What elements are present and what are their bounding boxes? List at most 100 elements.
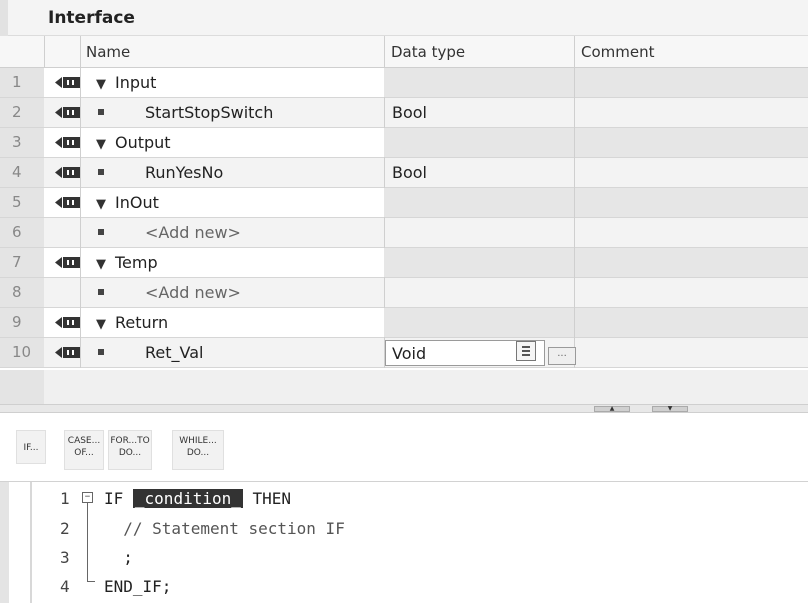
splitter-down-button[interactable]: ▼ xyxy=(652,406,688,412)
row-number-cell: 9 xyxy=(0,308,44,337)
row-number: 3 xyxy=(12,133,22,151)
interface-param-icon xyxy=(55,317,80,328)
case-instruction-button[interactable]: CASE... OF... xyxy=(64,430,104,470)
row-number-cell: 2 xyxy=(0,98,44,127)
interface-param-icon xyxy=(55,347,80,358)
condition-placeholder[interactable]: _condition_ xyxy=(132,489,243,508)
row-number: 2 xyxy=(12,103,22,121)
column-header-name[interactable]: Name xyxy=(86,43,130,61)
interface-param-icon xyxy=(55,77,80,88)
fold-collapse-icon[interactable]: − xyxy=(82,492,93,503)
item-bullet-icon xyxy=(98,229,104,235)
code-line-4[interactable]: 4 END_IF; xyxy=(0,572,808,600)
row-number: 10 xyxy=(12,343,32,361)
code-editor[interactable]: 1 − IF _condition_ THEN 2 // Statement s… xyxy=(0,482,808,603)
add-new-placeholder[interactable]: <Add new> xyxy=(145,223,241,242)
code-keyword-then: THEN xyxy=(242,489,292,508)
title-bar-left-strip xyxy=(0,0,8,36)
data-type-value[interactable]: Bool xyxy=(392,103,427,122)
data-type-cell-disabled xyxy=(384,128,574,157)
expand-chevron-icon[interactable]: ▼ xyxy=(96,77,106,92)
param-name[interactable]: Temp xyxy=(115,253,158,272)
expand-chevron-icon[interactable]: ▼ xyxy=(96,197,106,212)
param-name[interactable]: StartStopSwitch xyxy=(145,103,273,122)
comment-cell-disabled xyxy=(575,188,808,217)
row-number-cell: 10 xyxy=(0,338,44,367)
case-button-label-2: OF... xyxy=(74,448,94,458)
code-text: END_IF; xyxy=(104,577,172,596)
row-number-cell: 6 xyxy=(0,218,44,247)
table-row[interactable]: 10 Ret_Val Void... xyxy=(0,338,808,368)
interface-param-icon xyxy=(55,257,80,268)
code-text: ; xyxy=(104,548,133,567)
data-type-browse-button[interactable]: ... xyxy=(548,347,576,365)
column-header-data-type[interactable]: Data type xyxy=(391,43,465,61)
data-type-cell-disabled xyxy=(384,188,574,217)
table-row[interactable]: 7 ▼ Temp xyxy=(0,248,808,278)
table-row[interactable]: 6 <Add new> xyxy=(0,218,808,248)
row-number: 8 xyxy=(12,283,22,301)
if-button-label: IF... xyxy=(23,443,39,453)
comment-cell-disabled xyxy=(575,248,808,277)
table-row[interactable]: 1 ▼ Input xyxy=(0,68,808,98)
interface-title: Interface xyxy=(48,8,135,28)
row-number: 4 xyxy=(12,163,22,181)
param-name[interactable]: RunYesNo xyxy=(145,163,223,182)
table-row[interactable]: 2 StartStopSwitch Bool xyxy=(0,98,808,128)
table-row[interactable]: 9 ▼ Return xyxy=(0,308,808,338)
param-name[interactable]: Input xyxy=(115,73,156,92)
item-bullet-icon xyxy=(98,169,104,175)
code-line-3[interactable]: 3 ; xyxy=(0,543,808,571)
item-bullet-icon xyxy=(98,349,104,355)
param-name[interactable]: InOut xyxy=(115,193,159,212)
expand-chevron-icon[interactable]: ▼ xyxy=(96,317,106,332)
panel-splitter[interactable]: ▲ ▼ xyxy=(0,404,808,413)
data-type-cell-disabled xyxy=(384,308,574,337)
item-bullet-icon xyxy=(98,289,104,295)
expand-chevron-icon[interactable]: ▼ xyxy=(96,137,106,152)
for-button-label: FOR...TO xyxy=(110,436,150,446)
code-line-1[interactable]: 1 − IF _condition_ THEN xyxy=(0,484,808,512)
row-number-cell: 4 xyxy=(0,158,44,187)
row-number-cell: 1 xyxy=(0,68,44,97)
empty-row xyxy=(0,370,808,404)
interface-param-icon xyxy=(55,137,80,148)
for-instruction-button[interactable]: FOR...TO DO... xyxy=(108,430,152,470)
line-number: 2 xyxy=(60,519,70,538)
row-number-cell: 3 xyxy=(0,128,44,157)
data-type-list-button[interactable] xyxy=(516,341,536,361)
table-header: Name Data type Comment xyxy=(0,36,808,68)
comment-cell-disabled xyxy=(575,128,808,157)
add-new-placeholder[interactable]: <Add new> xyxy=(145,283,241,302)
table-row[interactable]: 5 ▼ InOut xyxy=(0,188,808,218)
table-row[interactable]: 8 <Add new> xyxy=(0,278,808,308)
column-header-comment[interactable]: Comment xyxy=(581,43,655,61)
table-row[interactable]: 4 RunYesNo Bool xyxy=(0,158,808,188)
expand-chevron-icon[interactable]: ▼ xyxy=(96,257,106,272)
line-number: 4 xyxy=(60,577,70,596)
row-number: 5 xyxy=(12,193,22,211)
row-number: 1 xyxy=(12,73,22,91)
interface-param-icon xyxy=(55,197,80,208)
data-type-cell-disabled xyxy=(384,68,574,97)
param-name[interactable]: Output xyxy=(115,133,171,152)
comment-cell-disabled xyxy=(575,68,808,97)
table-row[interactable]: 3 ▼ Output xyxy=(0,128,808,158)
code-line-2[interactable]: 2 // Statement section IF xyxy=(0,514,808,542)
if-instruction-button[interactable]: IF... xyxy=(16,430,46,464)
instruction-toolbar: IF... CASE... OF... FOR...TO DO... WHILE… xyxy=(0,414,808,482)
for-button-label-2: DO... xyxy=(118,448,142,458)
interface-param-icon xyxy=(55,107,80,118)
code-keyword-if: IF xyxy=(104,489,133,508)
item-bullet-icon xyxy=(98,109,104,115)
row-number: 6 xyxy=(12,223,22,241)
row-number: 9 xyxy=(12,313,22,331)
line-number: 3 xyxy=(60,548,70,567)
while-button-label-2: DO... xyxy=(186,448,210,458)
data-type-value[interactable]: Bool xyxy=(392,163,427,182)
param-name[interactable]: Ret_Val xyxy=(145,343,203,362)
param-name[interactable]: Return xyxy=(115,313,168,332)
while-instruction-button[interactable]: WHILE... DO... xyxy=(172,430,224,470)
splitter-up-button[interactable]: ▲ xyxy=(594,406,630,412)
comment-cell-disabled xyxy=(575,308,808,337)
